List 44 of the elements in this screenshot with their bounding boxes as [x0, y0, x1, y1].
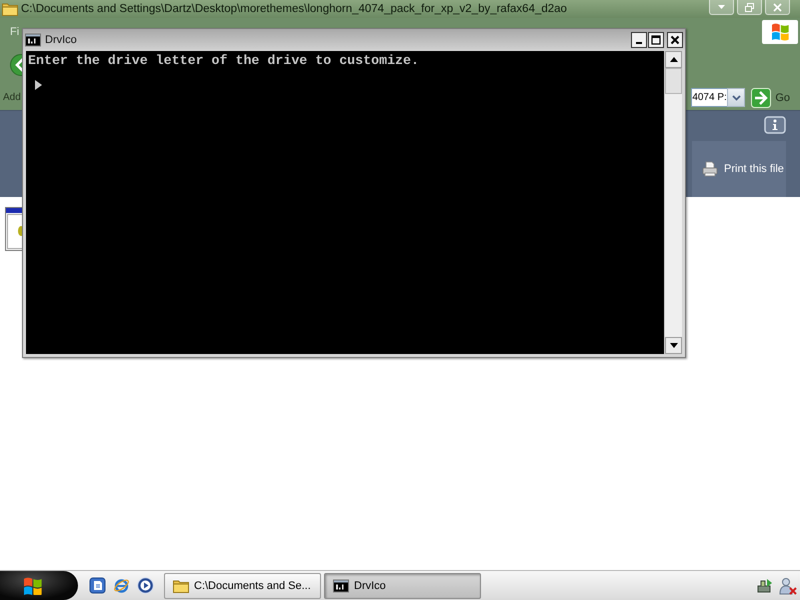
hardware-tray-icon[interactable]	[756, 576, 774, 594]
address-label: Add	[2, 92, 21, 103]
minimize-button[interactable]	[631, 32, 647, 48]
minimize-icon	[636, 42, 642, 44]
restore-icon	[745, 2, 754, 12]
close-icon	[670, 34, 680, 44]
arrow-up-icon	[670, 57, 678, 62]
close-button[interactable]	[667, 32, 683, 48]
folder-icon	[173, 578, 189, 592]
folder-icon	[2, 2, 18, 16]
scroll-up-button[interactable]	[665, 51, 682, 68]
start-button[interactable]	[0, 571, 78, 600]
window-thumbnail-icon[interactable]	[5, 207, 22, 251]
window-title: C:\Documents and Settings\Dartz\Desktop\morethemes\longhorn_4074_pack_for_xp_v2_by_rafax64_d2ao	[21, 3, 567, 15]
console-text: Enter the drive letter of the drive to customize.	[28, 53, 420, 69]
printer-icon	[702, 161, 718, 177]
maximize-button[interactable]	[648, 32, 664, 48]
close-icon	[773, 2, 782, 12]
globe-orbit-icon[interactable]	[113, 577, 130, 594]
print-link[interactable]: Print this file	[692, 141, 786, 197]
go-button[interactable]: Go	[751, 88, 790, 108]
taskbar-button[interactable]: C:\Documents and Se...	[164, 572, 321, 598]
address-field[interactable]: 4074 P:	[691, 88, 728, 107]
maximize-icon	[651, 34, 661, 44]
chevron-down-icon	[732, 94, 741, 100]
page-icon[interactable]	[89, 577, 106, 594]
flag-logo-icon	[23, 576, 43, 594]
scroll-thumb[interactable]	[665, 68, 682, 94]
user-x-icon[interactable]	[779, 576, 797, 594]
minimize-icon	[718, 5, 725, 9]
arrow-right-icon	[751, 88, 772, 108]
info-icon	[764, 116, 786, 134]
console-icon	[333, 578, 349, 592]
console-title: DrvIco	[45, 34, 77, 46]
scroll-down-button[interactable]	[665, 337, 682, 354]
arrow-down-icon	[670, 343, 678, 348]
taskbar-button[interactable]: DrvIco	[324, 572, 481, 598]
scrollbar-track[interactable]	[664, 51, 682, 354]
console-icon	[25, 32, 41, 46]
dropdown-button[interactable]	[727, 88, 746, 107]
info-button[interactable]	[764, 116, 786, 134]
flag-logo-icon	[762, 20, 798, 44]
play-icon[interactable]	[137, 577, 154, 594]
triangle-icon	[35, 80, 42, 90]
